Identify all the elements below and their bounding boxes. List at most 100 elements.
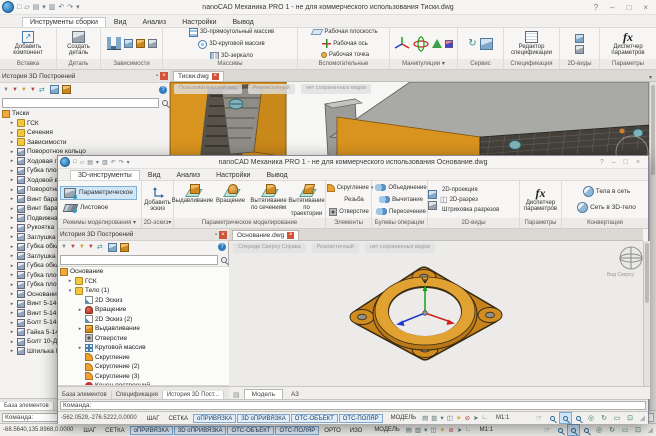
expand-arrow-icon[interactable]: ▸ [77,345,83,351]
create-part-button[interactable]: Создать деталь [57,30,100,58]
tree-item[interactable]: ▸ ГСК [0,119,170,129]
filter-del-icon[interactable] [88,244,94,250]
rotate-3d-icon[interactable] [413,36,429,52]
refresh-icon[interactable] [39,86,47,94]
panel-tab[interactable]: База элементов [0,402,54,410]
filter-icon[interactable] [3,87,9,93]
expand-arrow-icon[interactable]: ▸ [9,320,15,326]
work-feature-button[interactable]: Рабочая плоскость [312,28,377,36]
update-icon[interactable] [468,39,476,49]
tree-item[interactable]: 2D Эскиз (2) [58,315,229,325]
modeling-button[interactable]: Вытягивание по траектории [288,183,325,219]
status-toggle[interactable]: оПРИВЯЗКА [193,414,236,423]
pin-icon[interactable] [215,232,217,238]
view-overlay-button[interactable]: Реалистичный [312,243,359,253]
view-overlay-button[interactable]: Реалистичный [248,84,295,94]
expand-arrow-icon[interactable]: ▸ [9,225,15,231]
expand-arrow-icon[interactable]: ▸ [9,253,15,259]
expand-arrow-icon[interactable]: ▸ [9,310,15,316]
service-cube-icon[interactable] [480,38,493,50]
zoom-extents-icon[interactable]: ◎ [586,413,597,423]
boolean-button[interactable]: Вычитание [379,195,423,204]
help-button[interactable]: ? [594,3,598,12]
pan-icon[interactable]: ☞ [534,413,545,423]
restrict-icon[interactable]: ⊘ [448,426,453,434]
element-button[interactable]: Отверстие [329,207,371,216]
search-icon[interactable] [162,100,168,106]
zoom-extents-icon[interactable]: ◎ [594,425,605,435]
filter-add-icon[interactable] [12,87,18,93]
ucs-mode-icon[interactable]: ∟ [465,426,471,434]
fullscreen-icon[interactable]: ⊡ [625,413,636,423]
refresh-icon[interactable] [97,243,105,251]
selection-filter-icon[interactable]: ◫ [430,426,436,434]
expand-arrow-icon[interactable]: ▸ [77,307,83,313]
selection-dropdown-icon[interactable]: ▾ [440,414,443,422]
ribbon-tab[interactable]: Вид [106,17,135,27]
zoom-in-icon[interactable] [547,413,558,423]
status-toggle[interactable]: оПРИВЯЗКА [130,426,173,435]
zoom-rect-icon[interactable] [573,413,584,423]
minimize-button[interactable]: – [612,159,616,166]
expand-arrow-icon[interactable]: ▸ [9,282,15,288]
pin-icon[interactable] [156,73,158,79]
close-button[interactable]: × [636,159,640,166]
selection-dropdown-icon[interactable]: ▾ [424,426,427,434]
sheet-mode-button[interactable]: Листовое [60,202,112,214]
add-sketch-button[interactable]: Добавить эскиз [142,186,173,214]
tree-item[interactable]: ▾ Тело (1) [58,286,229,296]
expand-arrow-icon[interactable]: ▸ [9,149,15,155]
tree-mode2-icon[interactable] [62,85,71,94]
expand-arrow-icon[interactable]: ▸ [9,187,15,193]
help-button[interactable]: ? [600,159,604,166]
tree-mode-icon[interactable] [108,243,117,252]
ribbon-tab[interactable]: Настройки [174,17,224,27]
convert-button[interactable]: Сеть в 3D-тело [577,202,636,214]
ribbon-tab[interactable]: Настройки [208,170,258,180]
expand-arrow-icon[interactable]: ▸ [9,291,15,297]
maximize-button[interactable]: □ [626,3,631,12]
history-search-input[interactable] [60,255,218,265]
panel-close-icon[interactable] [219,231,227,239]
tree-item[interactable]: ▸ Зависимости [0,138,170,148]
filter-icon[interactable] [61,244,67,250]
help-icon[interactable] [218,243,226,251]
expand-arrow-icon[interactable]: ▸ [9,272,15,278]
panel-tab[interactable]: База элементов [58,391,112,399]
pan-icon[interactable]: ☞ [542,425,553,435]
view-overlay-button[interactable]: нет сохраненных видов [301,84,371,94]
fg-command-input[interactable]: Команда: [60,401,646,410]
view-overlay-button[interactable]: Спереди Сверху Справа [233,243,306,253]
section-tool-icon[interactable] [445,40,453,48]
layout-list-icon[interactable]: ▤ [233,391,240,399]
tree-item[interactable]: Скругление [58,353,229,363]
filter-edit-icon[interactable] [21,87,27,93]
lightbulb-icon[interactable]: ☀ [440,426,446,434]
ribbon-tab[interactable]: Инструменты сборки [22,17,106,27]
zoom-rect-icon[interactable] [581,425,592,435]
array-button[interactable]: 3D-круговой массив [198,40,264,49]
filter-del-icon[interactable] [30,87,36,93]
element-button[interactable]: Скругление ▾ [327,183,374,192]
work-feature-button[interactable]: Рабочая ось [322,39,368,48]
filter-edit-icon[interactable] [79,244,85,250]
view-2d-button[interactable]: 2D-проекция [440,185,519,194]
expand-arrow-icon[interactable]: ▸ [9,339,15,345]
expand-arrow-icon[interactable]: ▸ [9,120,15,126]
fg-doc-tab[interactable]: Основание.dwg [232,230,299,240]
doc-close-icon[interactable] [212,73,219,80]
expand-arrow-icon[interactable]: ▸ [9,177,15,183]
panel-tab[interactable]: Спецификация [112,391,163,399]
panel-tab[interactable]: История 3D Пост... [163,391,224,399]
tree-root[interactable]: Основание [58,267,229,277]
regen-icon[interactable]: ↻ [599,413,610,423]
tree-item[interactable]: Отверстие [58,334,229,344]
tree-item[interactable]: ▸ Вращение [58,305,229,315]
screen-icon[interactable]: ▭ [620,425,631,435]
cursor-mode-icon[interactable]: ➤ [457,426,462,434]
ribbon-tab[interactable]: 3D-инструменты [70,170,140,180]
maximize-button[interactable]: □ [624,159,628,166]
zoom-in-icon[interactable] [555,425,566,435]
status-toggle[interactable]: ОРТО [320,426,344,435]
fg-canvas[interactable]: Спереди Сверху СправаРеалистичныйнет сох… [229,241,643,386]
